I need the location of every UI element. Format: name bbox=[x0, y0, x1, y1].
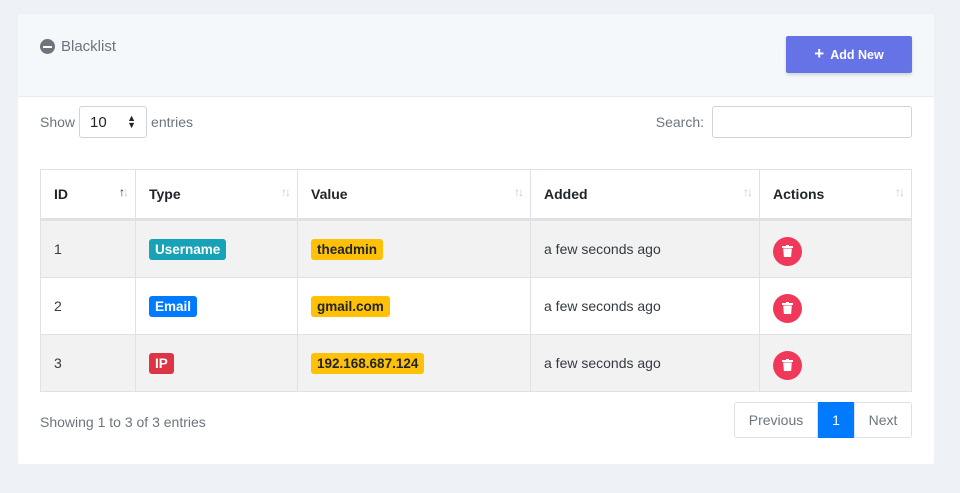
sort-icon: ↑↓ bbox=[281, 185, 291, 199]
cell-type: IP bbox=[135, 334, 298, 392]
table-controls: Show 10 ▲ ▼ entries Search: bbox=[40, 105, 912, 139]
page-1-button[interactable]: 1 bbox=[818, 402, 854, 438]
cell-added: a few seconds ago bbox=[530, 219, 760, 278]
type-badge: Username bbox=[149, 238, 227, 260]
select-arrows-icon: ▲ ▼ bbox=[127, 113, 137, 130]
entries-select[interactable]: 10 ▲ ▼ bbox=[79, 106, 148, 138]
column-header-id[interactable]: ID ↑↓ bbox=[40, 169, 136, 221]
cell-added: a few seconds ago bbox=[530, 334, 760, 392]
cell-id: 3 bbox=[40, 334, 136, 392]
sort-icon: ↑↓ bbox=[743, 185, 753, 199]
search-box: Search: bbox=[656, 105, 912, 139]
cell-id: 2 bbox=[40, 277, 136, 335]
blacklist-table: ID ↑↓ Type ↑↓ Value ↑↓ Added ↑↓ Actions … bbox=[40, 169, 912, 392]
cell-id: 1 bbox=[40, 219, 136, 278]
cell-type: Username bbox=[135, 219, 298, 278]
delete-button[interactable] bbox=[773, 350, 802, 380]
entries-label: entries bbox=[151, 114, 194, 130]
cell-actions bbox=[759, 277, 912, 335]
sort-icon: ↑↓ bbox=[514, 185, 524, 199]
column-header-value[interactable]: Value ↑↓ bbox=[297, 169, 531, 221]
search-label: Search: bbox=[655, 114, 704, 130]
cell-value: theadmin bbox=[297, 219, 531, 278]
column-header-label: Value bbox=[311, 186, 348, 202]
table-row: 3 IP 192.168.687.124 a few seconds ago bbox=[40, 334, 912, 392]
cell-type: Email bbox=[135, 277, 298, 335]
column-header-label: ID bbox=[54, 186, 68, 202]
cell-added: a few seconds ago bbox=[530, 277, 760, 335]
delete-button[interactable] bbox=[773, 236, 802, 266]
entries-length: Show 10 ▲ ▼ entries bbox=[40, 105, 193, 139]
column-header-type[interactable]: Type ↑↓ bbox=[135, 169, 298, 221]
table-row: 1 Username theadmin a few seconds ago bbox=[40, 219, 912, 278]
next-page-button[interactable]: Next bbox=[854, 402, 912, 438]
table-row: 2 Email gmail.com a few seconds ago bbox=[40, 277, 912, 335]
table-info: Showing 1 to 3 of 3 entries bbox=[40, 414, 206, 430]
type-badge: Email bbox=[149, 295, 198, 317]
column-header-actions[interactable]: Actions ↑↓ bbox=[759, 169, 912, 221]
trash-icon bbox=[782, 359, 793, 371]
value-badge: 192.168.687.124 bbox=[311, 352, 425, 374]
column-header-label: Added bbox=[544, 186, 588, 202]
plus-icon: + bbox=[814, 44, 825, 63]
add-new-button[interactable]: + Add New bbox=[786, 36, 912, 73]
show-label: Show bbox=[40, 114, 76, 130]
column-header-added[interactable]: Added ↑↓ bbox=[530, 169, 760, 221]
card-header: Blacklist + Add New bbox=[18, 14, 934, 97]
pagination: Previous 1 Next bbox=[734, 402, 912, 438]
value-badge: theadmin bbox=[311, 238, 384, 260]
trash-icon bbox=[782, 245, 793, 257]
value-badge: gmail.com bbox=[311, 295, 390, 317]
column-header-label: Actions bbox=[773, 186, 825, 202]
search-input[interactable] bbox=[712, 106, 912, 138]
card-title: Blacklist bbox=[40, 38, 116, 55]
previous-page-button[interactable]: Previous bbox=[734, 402, 818, 438]
column-header-label: Type bbox=[149, 186, 181, 202]
minus-circle-icon bbox=[40, 39, 55, 54]
delete-button[interactable] bbox=[773, 293, 802, 323]
table-header-row: ID ↑↓ Type ↑↓ Value ↑↓ Added ↑↓ Actions … bbox=[40, 169, 912, 221]
entries-select-value: 10 bbox=[90, 113, 107, 131]
add-new-label: Add New bbox=[830, 47, 884, 62]
sort-ascending-icon: ↑↓ bbox=[119, 185, 129, 199]
cell-value: 192.168.687.124 bbox=[297, 334, 531, 392]
cell-value: gmail.com bbox=[297, 277, 531, 335]
sort-icon: ↑↓ bbox=[895, 185, 905, 199]
cell-actions bbox=[759, 219, 912, 278]
card-title-text: Blacklist bbox=[61, 38, 117, 55]
type-badge: IP bbox=[149, 352, 174, 374]
cell-actions bbox=[759, 334, 912, 392]
trash-icon bbox=[782, 302, 793, 314]
